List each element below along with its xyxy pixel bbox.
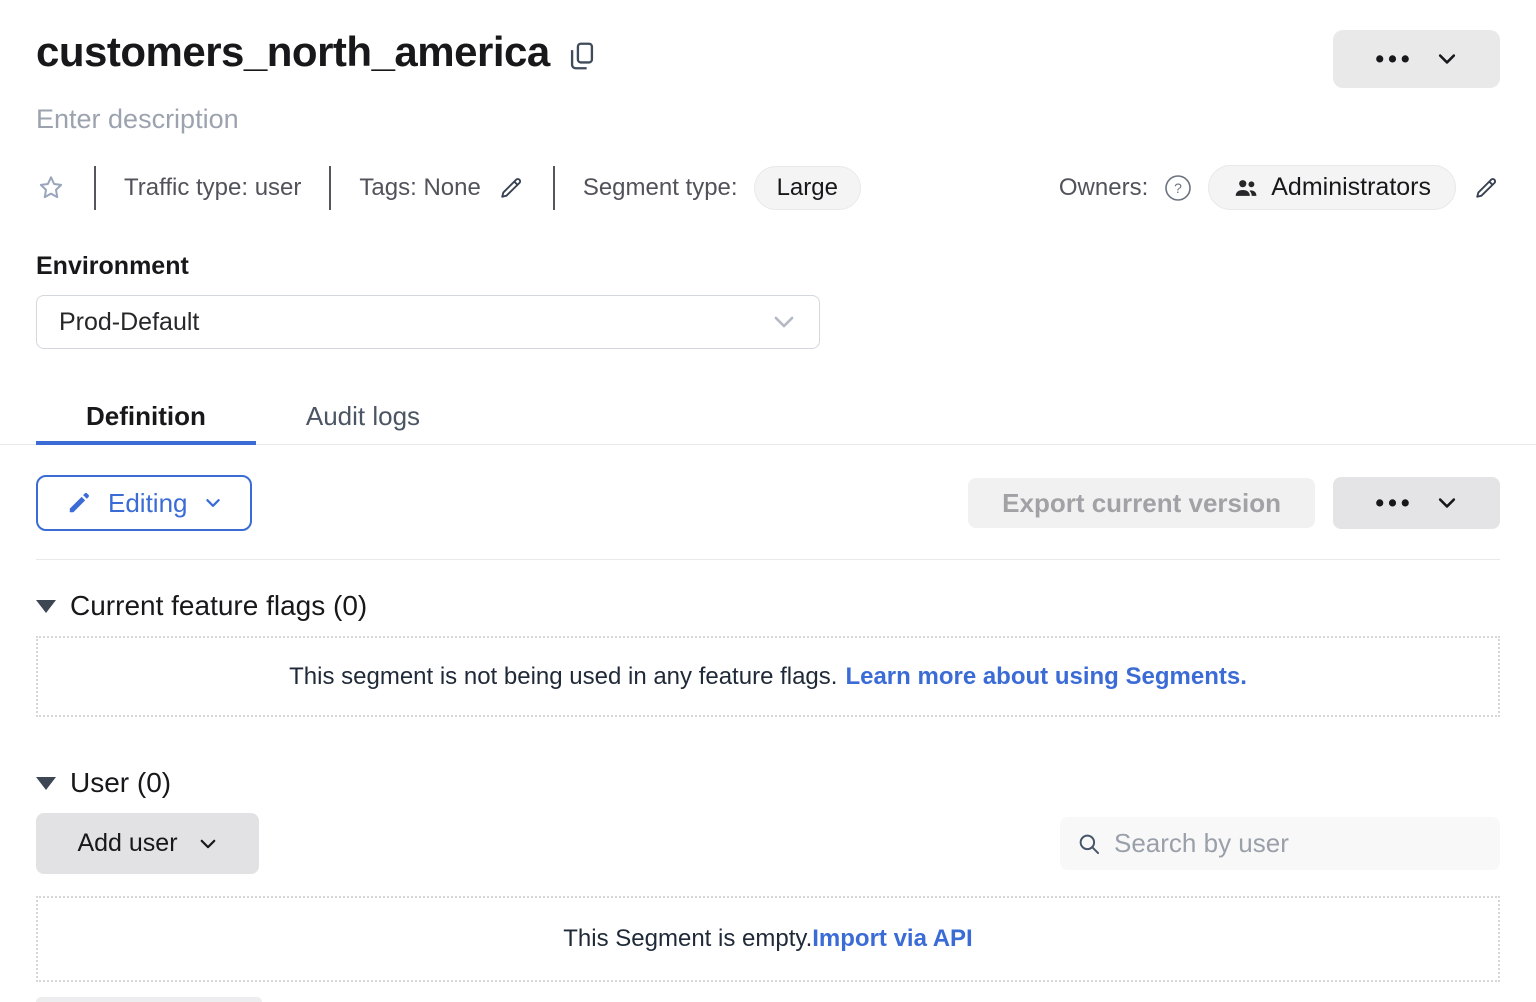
- editing-mode-button[interactable]: Editing: [36, 475, 252, 531]
- user-empty-text: This Segment is empty.: [563, 925, 812, 953]
- search-icon: [1076, 831, 1102, 857]
- description-placeholder[interactable]: Enter description: [0, 104, 1536, 135]
- chevron-down-icon: [771, 309, 797, 335]
- copy-name-button[interactable]: [570, 42, 594, 70]
- segment-type-badge: Large: [754, 166, 861, 210]
- editing-label: Editing: [108, 488, 188, 519]
- people-icon: [1233, 175, 1259, 201]
- feature-flags-empty-text: This segment is not being used in any fe…: [289, 663, 837, 691]
- chevron-down-icon: [198, 834, 218, 854]
- favorite-star-button[interactable]: [36, 173, 66, 203]
- pencil-icon: [66, 490, 92, 516]
- caret-down-icon: [36, 777, 56, 790]
- tab-audit-logs[interactable]: Audit logs: [256, 389, 470, 444]
- chevron-down-icon: [204, 494, 222, 512]
- definition-toolbar: Editing Export current version •••: [0, 475, 1536, 531]
- user-section: User (0) Add user This Segment is empty.…: [0, 767, 1536, 982]
- svg-text:?: ?: [1174, 180, 1182, 196]
- copy-icon: [570, 42, 594, 70]
- star-icon: [36, 173, 66, 203]
- tab-bar: Definition Audit logs: [0, 389, 1536, 445]
- user-heading: User (0): [70, 767, 171, 799]
- owners-badge: Administrators: [1208, 165, 1456, 210]
- feature-flags-heading: Current feature flags (0): [70, 590, 367, 622]
- separator: [329, 166, 331, 210]
- separator: [94, 166, 96, 210]
- import-via-api-link[interactable]: Import via API: [812, 925, 972, 953]
- segment-type-label: Segment type:: [583, 174, 738, 202]
- pencil-icon: [497, 174, 525, 202]
- export-current-version-button[interactable]: Export current version: [968, 478, 1315, 528]
- ellipsis-icon: •••: [1375, 47, 1413, 72]
- user-controls: Add user: [36, 813, 1500, 874]
- meta-row: Traffic type: user Tags: None Segment ty…: [0, 165, 1536, 210]
- divider: [36, 559, 1500, 560]
- add-user-label: Add user: [77, 829, 177, 858]
- feature-flags-section: Current feature flags (0) This segment i…: [0, 590, 1536, 717]
- add-user-button[interactable]: Add user: [36, 813, 259, 874]
- chevron-down-icon: [1436, 48, 1458, 70]
- page-title: customers_north_america: [36, 28, 550, 76]
- search-by-user-input[interactable]: [1112, 827, 1484, 860]
- ellipsis-icon: •••: [1375, 491, 1413, 516]
- feature-flags-section-toggle[interactable]: Current feature flags (0): [36, 590, 1500, 622]
- learn-more-link[interactable]: Learn more about using Segments.: [845, 663, 1246, 691]
- environment-section: Environment Prod-Default: [0, 252, 1536, 349]
- chevron-down-icon: [1436, 492, 1458, 514]
- help-icon[interactable]: ?: [1164, 174, 1192, 202]
- environment-selected-value: Prod-Default: [59, 308, 199, 337]
- pencil-icon: [1472, 174, 1500, 202]
- tags-label: Tags: None: [359, 174, 480, 202]
- traffic-type-label: Traffic type: user: [124, 174, 301, 202]
- environment-label: Environment: [36, 252, 1500, 281]
- owners-label: Owners:: [1059, 174, 1148, 202]
- caret-down-icon: [36, 600, 56, 613]
- environment-select[interactable]: Prod-Default: [36, 295, 820, 349]
- user-empty-state: This Segment is empty. Import via API: [36, 896, 1500, 982]
- page-header: customers_north_america •••: [0, 0, 1536, 88]
- separator: [553, 166, 555, 210]
- tab-definition[interactable]: Definition: [36, 389, 256, 444]
- owners-value: Administrators: [1271, 173, 1431, 202]
- edit-owners-button[interactable]: [1472, 174, 1500, 202]
- cut-off-element: [36, 997, 262, 1002]
- feature-flags-empty-state: This segment is not being used in any fe…: [36, 636, 1500, 717]
- edit-tags-button[interactable]: [497, 174, 525, 202]
- search-box: [1060, 817, 1500, 870]
- user-section-toggle[interactable]: User (0): [36, 767, 1500, 799]
- definition-more-menu-button[interactable]: •••: [1333, 477, 1500, 529]
- header-more-menu-button[interactable]: •••: [1333, 30, 1500, 88]
